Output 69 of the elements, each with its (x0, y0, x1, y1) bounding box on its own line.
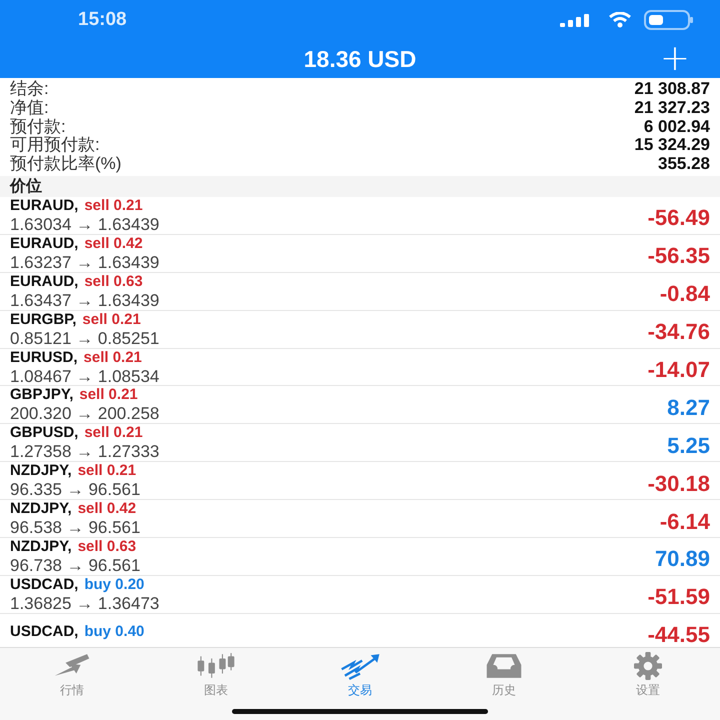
price-range: 1.08467 → 1.08534 (10, 366, 160, 386)
order-label: sell 0.42 (84, 234, 143, 253)
symbol-label: EURAUD, (10, 196, 78, 215)
order-label: sell 0.21 (84, 348, 142, 366)
price-range: 200.320 → 200.258 (10, 404, 160, 424)
profit-value: -51.59 (648, 583, 710, 610)
summary-value: 15 324.29 (634, 136, 710, 156)
summary-label: 可用预付款: (10, 136, 100, 154)
status-time: 15:08 (78, 9, 127, 31)
profit-value: -14.07 (648, 356, 710, 383)
trend-arrow-icon (338, 652, 382, 680)
price-range: 1.36825 → 1.36473 (10, 594, 160, 613)
tab-item[interactable]: 图表 (144, 648, 288, 699)
tab-item[interactable]: 行情 (0, 648, 144, 699)
order-label: buy 0.40 (84, 623, 144, 642)
order-label: sell 0.21 (79, 386, 138, 404)
symbol-label: NZDJPY, (10, 500, 72, 518)
summary-value: 6 002.94 (644, 118, 710, 136)
tab-item[interactable]: 交易 (288, 648, 432, 699)
balance-title: 18.36 USD (304, 46, 416, 72)
battery-icon (644, 10, 694, 30)
profit-value: 70.89 (654, 545, 710, 572)
profit-value: -0.84 (660, 280, 710, 308)
tab-item[interactable]: 设置 (576, 648, 720, 699)
section-header: 价位 (0, 176, 720, 197)
order-label: sell 0.21 (84, 196, 143, 215)
order-label: sell 0.63 (78, 538, 136, 556)
order-label: sell 0.21 (82, 310, 141, 329)
price-range: 0.85121 → 0.85251 (10, 328, 160, 348)
symbol-label: USDCAD, (10, 576, 78, 594)
profit-value: -56.35 (648, 242, 710, 270)
add-button[interactable]: + (654, 40, 696, 78)
price-range: 1.63034 → 1.63439 (10, 214, 160, 234)
symbol-label: NZDJPY, (10, 462, 72, 480)
symbol-label: EURUSD, (10, 348, 78, 366)
order-label: sell 0.21 (78, 462, 136, 480)
summary-value: 21 308.87 (634, 80, 710, 99)
symbol-label: EURAUD, (10, 234, 78, 253)
summary-label: 净值: (10, 98, 49, 118)
tab-item[interactable]: 历史 (432, 648, 576, 699)
symbol-label: USDCAD, (10, 623, 78, 642)
profit-value: -6.14 (660, 508, 710, 535)
symbol-label: GBPUSD, (10, 424, 78, 442)
order-label: sell 0.63 (84, 272, 143, 291)
symbol-label: EURAUD, (10, 272, 78, 291)
price-range: 1.27358 → 1.27333 (10, 442, 160, 462)
wifi-icon (608, 12, 632, 28)
price-range: 96.738 → 96.561 (10, 556, 140, 575)
price-range: 96.335 → 96.561 (10, 480, 140, 500)
profit-value: 8.27 (667, 394, 710, 421)
price-range: 96.538 → 96.561 (10, 518, 140, 538)
order-label: buy 0.20 (84, 576, 144, 594)
order-label: sell 0.21 (84, 424, 143, 442)
profit-value: -44.55 (648, 621, 710, 647)
price-range: 1.63437 → 1.63439 (10, 290, 160, 310)
price-range: 1.63237 → 1.63439 (10, 252, 160, 272)
profit-value: -56.49 (648, 204, 710, 232)
profit-value: -34.76 (648, 318, 710, 346)
order-label: sell 0.42 (78, 500, 136, 518)
symbol-label: NZDJPY, (10, 538, 72, 556)
symbol-label: GBPJPY, (10, 386, 74, 404)
profit-value: -30.18 (648, 470, 710, 497)
profit-value: 5.25 (667, 432, 710, 459)
summary-value: 355.28 (658, 155, 710, 174)
summary-value: 21 327.23 (634, 98, 710, 118)
symbol-label: EURGBP, (10, 310, 76, 329)
summary-label: 预付款: (10, 118, 66, 136)
summary-label: 结余: (10, 80, 49, 99)
summary-label: 预付款比率(%) (10, 155, 122, 174)
